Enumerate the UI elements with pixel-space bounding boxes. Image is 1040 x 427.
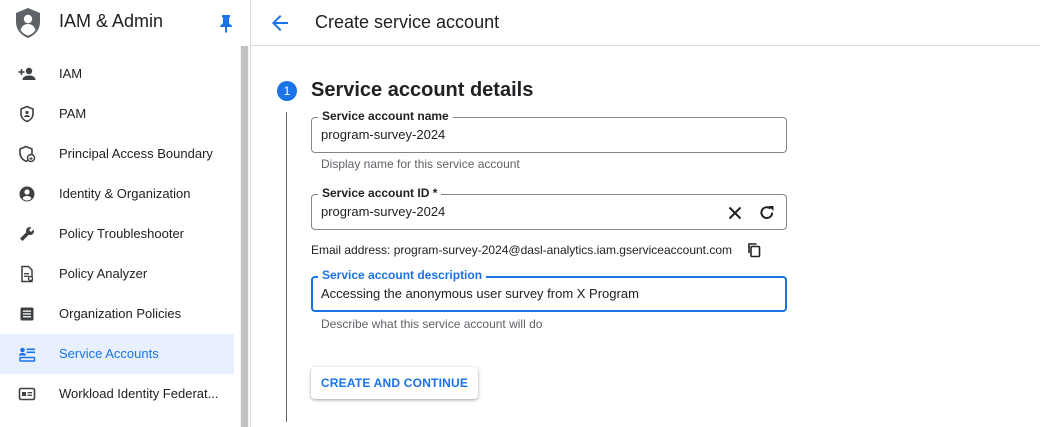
refresh-icon[interactable]	[758, 204, 776, 222]
account-circle-icon	[19, 186, 35, 202]
sidebar-item-policy-analyzer[interactable]: Policy Analyzer	[0, 254, 234, 294]
service-account-name-hint: Display name for this service account	[321, 157, 520, 171]
boundary-shield-icon	[19, 145, 36, 163]
service-account-description-label: Service account description	[318, 268, 487, 282]
clear-icon[interactable]	[727, 205, 743, 221]
service-account-description-field[interactable]: Service account description Accessing th…	[311, 268, 787, 312]
sidebar-item-label: IAM	[59, 66, 83, 81]
sidebar: IAM & Admin IAM PAM Principal Access Bou…	[0, 0, 250, 427]
sidebar-nav: IAM PAM Principal Access Boundary Identi…	[0, 54, 234, 414]
person-add-icon	[18, 67, 36, 80]
service-account-id-field[interactable]: Service account ID * program-survey-2024	[311, 186, 787, 230]
create-and-continue-button[interactable]: CREATE AND CONTINUE	[311, 367, 478, 399]
sidebar-item-label: Principal Access Boundary	[59, 146, 213, 161]
page-title: Create service account	[315, 12, 500, 32]
wrench-icon	[20, 227, 34, 241]
sidebar-item-label: Identity & Organization	[59, 186, 191, 201]
sidebar-item-organization-policies[interactable]: Organization Policies	[0, 294, 234, 334]
step-title: Service account details	[311, 79, 534, 101]
service-account-id-label: Service account ID *	[318, 186, 442, 200]
id-card-icon	[18, 387, 36, 401]
scrollbar-thumb[interactable]	[241, 46, 248, 427]
sidebar-item-workload-identity-federation[interactable]: Workload Identity Federat...	[0, 374, 234, 414]
service-account-description-hint: Describe what this service account will …	[321, 317, 543, 331]
sidebar-item-policy-troubleshooter[interactable]: Policy Troubleshooter	[0, 214, 234, 254]
email-address-text: Email address: program-survey-2024@dasl-…	[311, 243, 733, 257]
pin-icon[interactable]	[218, 13, 234, 33]
policy-document-icon	[21, 265, 34, 283]
service-account-name-field[interactable]: Service account name program-survey-2024	[311, 109, 787, 153]
page-header: Create service account	[251, 0, 1040, 46]
service-account-icon	[18, 347, 36, 362]
sidebar-item-label: Organization Policies	[59, 306, 182, 321]
step-connector-line	[286, 112, 287, 422]
sidebar-item-principal-access-boundary[interactable]: Principal Access Boundary	[0, 134, 234, 174]
sidebar-item-label: Service Accounts	[59, 346, 159, 361]
sidebar-item-label: Policy Troubleshooter	[59, 226, 185, 241]
sidebar-item-label: Workload Identity Federat...	[59, 386, 219, 401]
back-arrow-icon[interactable]	[269, 12, 291, 34]
copy-icon[interactable]	[746, 242, 762, 258]
service-account-name-label: Service account name	[318, 109, 453, 123]
service-account-description-input[interactable]: Accessing the anonymous user survey from…	[321, 286, 639, 301]
sidebar-item-label: PAM	[59, 106, 87, 121]
list-document-icon	[20, 307, 34, 321]
sidebar-scrollbar[interactable]	[240, 46, 249, 427]
step-number-badge: 1	[277, 81, 297, 101]
service-account-name-input[interactable]: program-survey-2024	[321, 127, 445, 142]
service-account-id-input[interactable]: program-survey-2024	[321, 204, 445, 219]
product-title: IAM & Admin	[59, 11, 164, 31]
sidebar-item-service-accounts[interactable]: Service Accounts	[0, 334, 234, 374]
sidebar-item-pam[interactable]: PAM	[0, 94, 234, 134]
sidebar-item-label: Policy Analyzer	[59, 266, 148, 281]
iam-shield-logo-icon	[16, 8, 40, 38]
shield-icon	[20, 105, 34, 123]
sidebar-header: IAM & Admin	[0, 0, 250, 46]
sidebar-item-identity-organization[interactable]: Identity & Organization	[0, 174, 234, 214]
sidebar-divider	[250, 0, 251, 427]
sidebar-item-iam[interactable]: IAM	[0, 54, 234, 94]
